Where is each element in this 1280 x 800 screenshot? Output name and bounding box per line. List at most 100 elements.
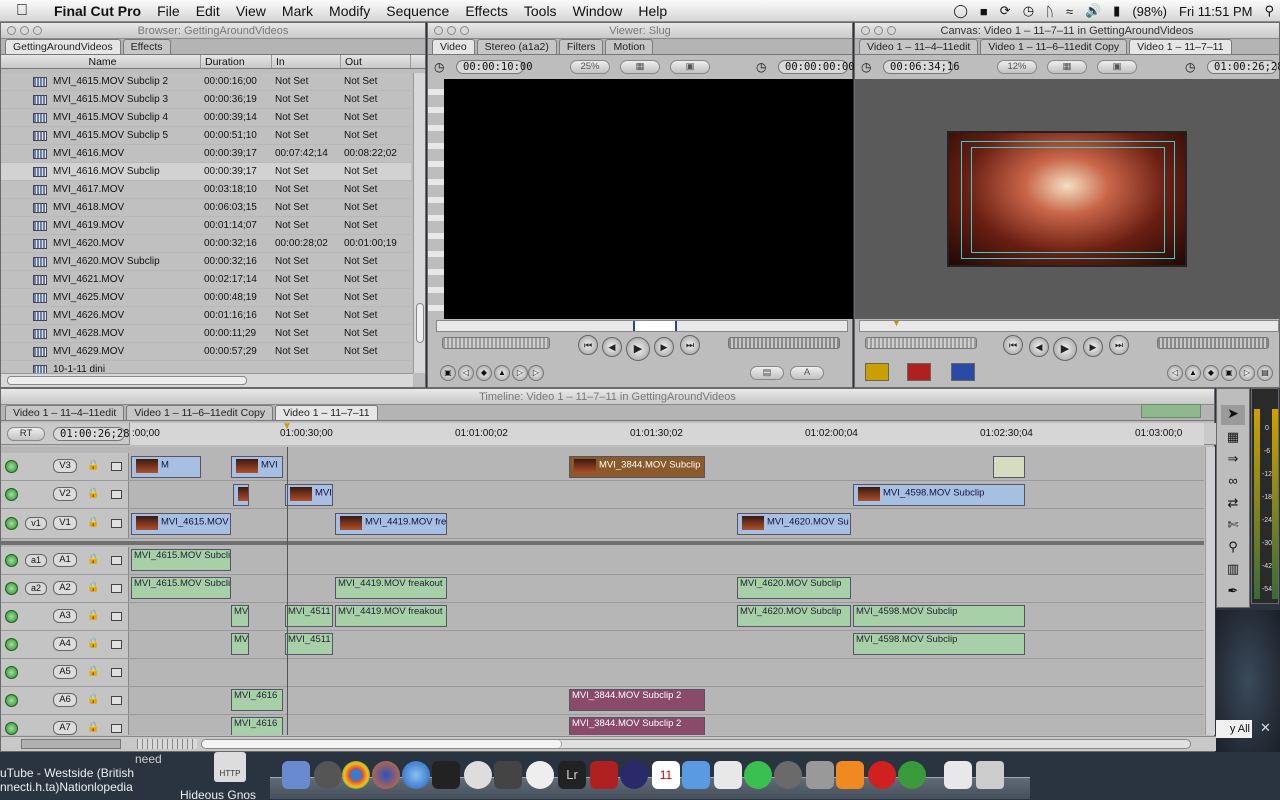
- step-back-button[interactable]: ◀: [602, 337, 622, 357]
- lock-icon[interactable]: 🔒: [87, 582, 99, 593]
- add-keyframe-button[interactable]: ▲: [494, 365, 510, 381]
- zoom-icon[interactable]: [460, 26, 469, 35]
- timeline-clip[interactable]: MVI_4615.MOV Subcli: [131, 577, 231, 599]
- canvas-duration[interactable]: 00:06:34;16: [883, 60, 960, 74]
- step-back-button[interactable]: ◀: [1029, 337, 1049, 357]
- app-icon-red[interactable]: [590, 761, 618, 789]
- speaker-icon[interactable]: [111, 584, 122, 593]
- mark-clip-button[interactable]: ▣: [1221, 365, 1237, 381]
- timeline-clip[interactable]: MVI_4511: [285, 605, 333, 627]
- timeline-clip[interactable]: MVI_4615.MOV Subcli: [131, 549, 231, 571]
- utorrent-icon[interactable]: [898, 761, 926, 789]
- viewer-titlebar[interactable]: Viewer: Slug: [428, 23, 852, 39]
- track-label[interactable]: A4: [53, 637, 77, 651]
- timeline-clip[interactable]: MVI_4598.MOV Subclip: [853, 633, 1025, 655]
- edit-selection-tool-icon[interactable]: ▦: [1221, 429, 1245, 449]
- tab-sequence-3[interactable]: Video 1 – 11–7–11: [1129, 39, 1232, 54]
- next-edit-button[interactable]: ⏭: [1109, 335, 1129, 355]
- wifi-icon[interactable]: ≈: [1060, 4, 1079, 19]
- razor-tool-icon[interactable]: ✄: [1221, 517, 1245, 537]
- timeline-clip[interactable]: MVI_4419.MOV fre: [335, 513, 447, 535]
- timeline-clip[interactable]: MVI_4620.MOV Subclip: [737, 577, 851, 599]
- document-stack-icon[interactable]: [944, 761, 972, 789]
- speaker-icon[interactable]: [111, 640, 122, 649]
- timeline-clip[interactable]: MVI: [285, 484, 333, 506]
- tab-sequence-2[interactable]: Video 1 – 11–6–11edit Copy: [126, 405, 274, 420]
- tab-effects[interactable]: Effects: [122, 39, 171, 54]
- speaker-icon[interactable]: [111, 612, 122, 621]
- browser-row[interactable]: MVI_4615.MOV Subclip 5 00:00:51;10 Not Set…: [1, 127, 411, 145]
- track-select-tool-icon[interactable]: ⇒: [1221, 451, 1245, 471]
- mark-in-button[interactable]: ◁: [458, 365, 474, 381]
- lock-icon[interactable]: 🔒: [87, 517, 99, 528]
- source-patch-v1[interactable]: v1: [25, 517, 47, 530]
- tab-sequence-1[interactable]: Video 1 – 11–4–11edit: [5, 405, 125, 420]
- track-label[interactable]: A5: [53, 665, 77, 679]
- chrome-icon[interactable]: [342, 761, 370, 789]
- desktop-file-label[interactable]: Hideous Gnos: [180, 788, 256, 800]
- firefox-icon[interactable]: [372, 761, 400, 789]
- lock-icon[interactable]: 🔒: [87, 638, 99, 649]
- previous-edit-button[interactable]: ⏮: [578, 335, 598, 355]
- timeline-clip[interactable]: [993, 456, 1025, 478]
- tab-project[interactable]: GettingAroundVideos: [5, 39, 121, 54]
- close-icon[interactable]: ✕: [1260, 720, 1271, 736]
- track-label[interactable]: V1: [53, 516, 77, 530]
- app-menu[interactable]: Final Cut Pro: [44, 0, 149, 22]
- canvas-jog-control[interactable]: [1157, 337, 1269, 349]
- timeline-horizontal-scrollbar[interactable]: [201, 739, 1191, 749]
- track-height-controls[interactable]: [21, 739, 121, 749]
- mark-in-button[interactable]: ◁: [1167, 365, 1183, 381]
- menu-effects[interactable]: Effects: [457, 0, 516, 22]
- timeline-clip[interactable]: MVI_4598.MOV Subclip: [853, 605, 1025, 627]
- minimize-icon[interactable]: [874, 26, 883, 35]
- timeline-timecode[interactable]: 01:00:26;28: [53, 427, 130, 441]
- add-marker-button[interactable]: ▲: [1185, 365, 1201, 381]
- viewer-jog-control[interactable]: [728, 337, 840, 349]
- browser-row[interactable]: MVI_4620.MOV Subclip 00:00:32;16 Not Set No…: [1, 253, 411, 271]
- preview-icon[interactable]: [494, 761, 522, 789]
- lock-icon[interactable]: 🔒: [87, 460, 99, 471]
- time-machine-icon[interactable]: ◷: [1017, 3, 1040, 19]
- source-patch-a2[interactable]: a2: [25, 582, 47, 595]
- timeline-vertical-scrollbar[interactable]: [1205, 447, 1215, 735]
- bluetooth-icon[interactable]: ᚢ: [1040, 4, 1060, 19]
- spotlight-icon[interactable]: ⚲: [1258, 3, 1280, 19]
- app-status-icon[interactable]: ■: [974, 4, 994, 19]
- viewer-shuttle-control[interactable]: [442, 337, 550, 349]
- trash-icon[interactable]: [976, 761, 1004, 789]
- zoom-icon[interactable]: [887, 26, 896, 35]
- browser-row[interactable]: MVI_4617.MOV 00:03:18;10 Not Set Not Set: [1, 181, 411, 199]
- insert-edit-button[interactable]: [865, 363, 889, 381]
- time-machine-dock-icon[interactable]: [774, 761, 802, 789]
- timeline-clip[interactable]: MVI_4419.MOV freakout: [335, 577, 447, 599]
- tab-sequence-1[interactable]: Video 1 – 11–4–11edit: [859, 39, 979, 54]
- next-edit-button[interactable]: ⏭: [680, 335, 700, 355]
- minimize-icon[interactable]: [20, 26, 29, 35]
- sync-app-icon[interactable]: [526, 761, 554, 789]
- textedit-icon[interactable]: [714, 761, 742, 789]
- browser-row[interactable]: MVI_4615.MOV Subclip 2 00:00:16;00 Not Set…: [1, 73, 411, 91]
- timeline-titlebar[interactable]: Timeline: Video 1 – 11–7–11 in GettingAr…: [1, 389, 1214, 405]
- lock-icon[interactable]: 🔒: [87, 722, 99, 733]
- track-label[interactable]: V3: [53, 459, 77, 473]
- menu-window[interactable]: Window: [565, 0, 631, 22]
- track-audible-button[interactable]: [5, 554, 18, 567]
- viewer-in-out-range[interactable]: [633, 321, 677, 331]
- column-out[interactable]: Out: [341, 55, 411, 68]
- video-audio-divider[interactable]: [1, 541, 1204, 545]
- column-in[interactable]: In: [272, 55, 341, 68]
- clock[interactable]: Fri 11:51 PM: [1173, 4, 1258, 19]
- close-icon[interactable]: [861, 26, 870, 35]
- tab-stereo[interactable]: Stereo (a1a2): [476, 39, 557, 54]
- minimize-icon[interactable]: [447, 26, 456, 35]
- http-file-icon[interactable]: HTTP: [214, 752, 246, 782]
- selection-tool-icon[interactable]: ➤: [1221, 405, 1245, 425]
- tab-sequence-3[interactable]: Video 1 – 11–7–11: [275, 405, 378, 420]
- zoom-tool-icon[interactable]: ⚲: [1221, 539, 1245, 559]
- viewer-zoom-popup[interactable]: 25%: [570, 60, 610, 74]
- close-icon[interactable]: [7, 26, 16, 35]
- canvas-scrubber[interactable]: ▼: [859, 318, 1279, 332]
- pen-tool-icon[interactable]: ✒: [1221, 583, 1245, 603]
- lock-icon[interactable]: 🔒: [87, 610, 99, 621]
